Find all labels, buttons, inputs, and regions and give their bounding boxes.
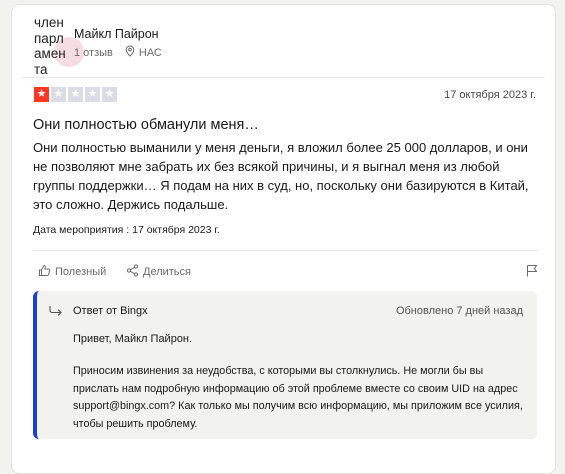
experience-value: 17 октября 2023 г. [132, 224, 220, 236]
review-actions: Полезный Делиться [38, 264, 538, 282]
star-empty-icon: ★ [51, 87, 66, 102]
helpful-label: Полезный [55, 266, 107, 278]
divider [22, 77, 545, 78]
reviewer-meta: 1 отзыв НАС [74, 45, 162, 60]
flag-icon [526, 264, 538, 280]
avatar-text-line: парл [34, 30, 64, 46]
share-icon [126, 264, 139, 280]
reply-updated: Обновлено 7 дней назад [395, 305, 523, 317]
report-flag-button[interactable] [526, 264, 538, 280]
star-empty-icon: ★ [102, 87, 117, 102]
star-empty-icon: ★ [68, 87, 83, 102]
star-filled-icon: ★ [34, 87, 49, 102]
location-pin-icon [125, 45, 135, 60]
reviewer-name[interactable]: Майкл Пайрон [74, 27, 159, 41]
avatar-text-line: амен [34, 46, 66, 61]
star-empty-icon: ★ [85, 87, 100, 102]
star-rating: ★ ★ ★ ★ ★ [34, 87, 117, 102]
reply-author: Ответ от Bingx [73, 305, 148, 317]
avatar-text-line: член [34, 15, 64, 30]
reply-arrow-icon [49, 305, 63, 320]
avatar-text-line: та [34, 61, 48, 77]
reply-body: Приносим извинения за неудобства, с кото… [73, 365, 523, 430]
company-reply: Ответ от Bingx Обновлено 7 дней назад Пр… [33, 291, 537, 439]
share-label: Делиться [143, 266, 191, 278]
reply-greeting: Привет, Майкл Пайрон. [73, 333, 193, 345]
review-date: 17 октября 2023 г. [444, 89, 536, 101]
divider [33, 250, 538, 251]
avatar[interactable]: член парл амен та [34, 15, 84, 77]
review-body: Они полностью выманили у меня деньги, я … [33, 140, 529, 212]
experience-date: Дата мероприятия : 17 октября 2023 г. [33, 224, 220, 236]
helpful-button[interactable]: Полезный [38, 264, 106, 280]
share-button[interactable]: Делиться [126, 264, 191, 280]
review-count: 1 отзыв [74, 46, 113, 59]
review-title[interactable]: Они полностью обманули меня… [33, 117, 259, 133]
reviewer-country: НАС [138, 46, 162, 59]
experience-label: Дата мероприятия : [33, 224, 130, 236]
thumbs-up-icon [38, 264, 51, 280]
